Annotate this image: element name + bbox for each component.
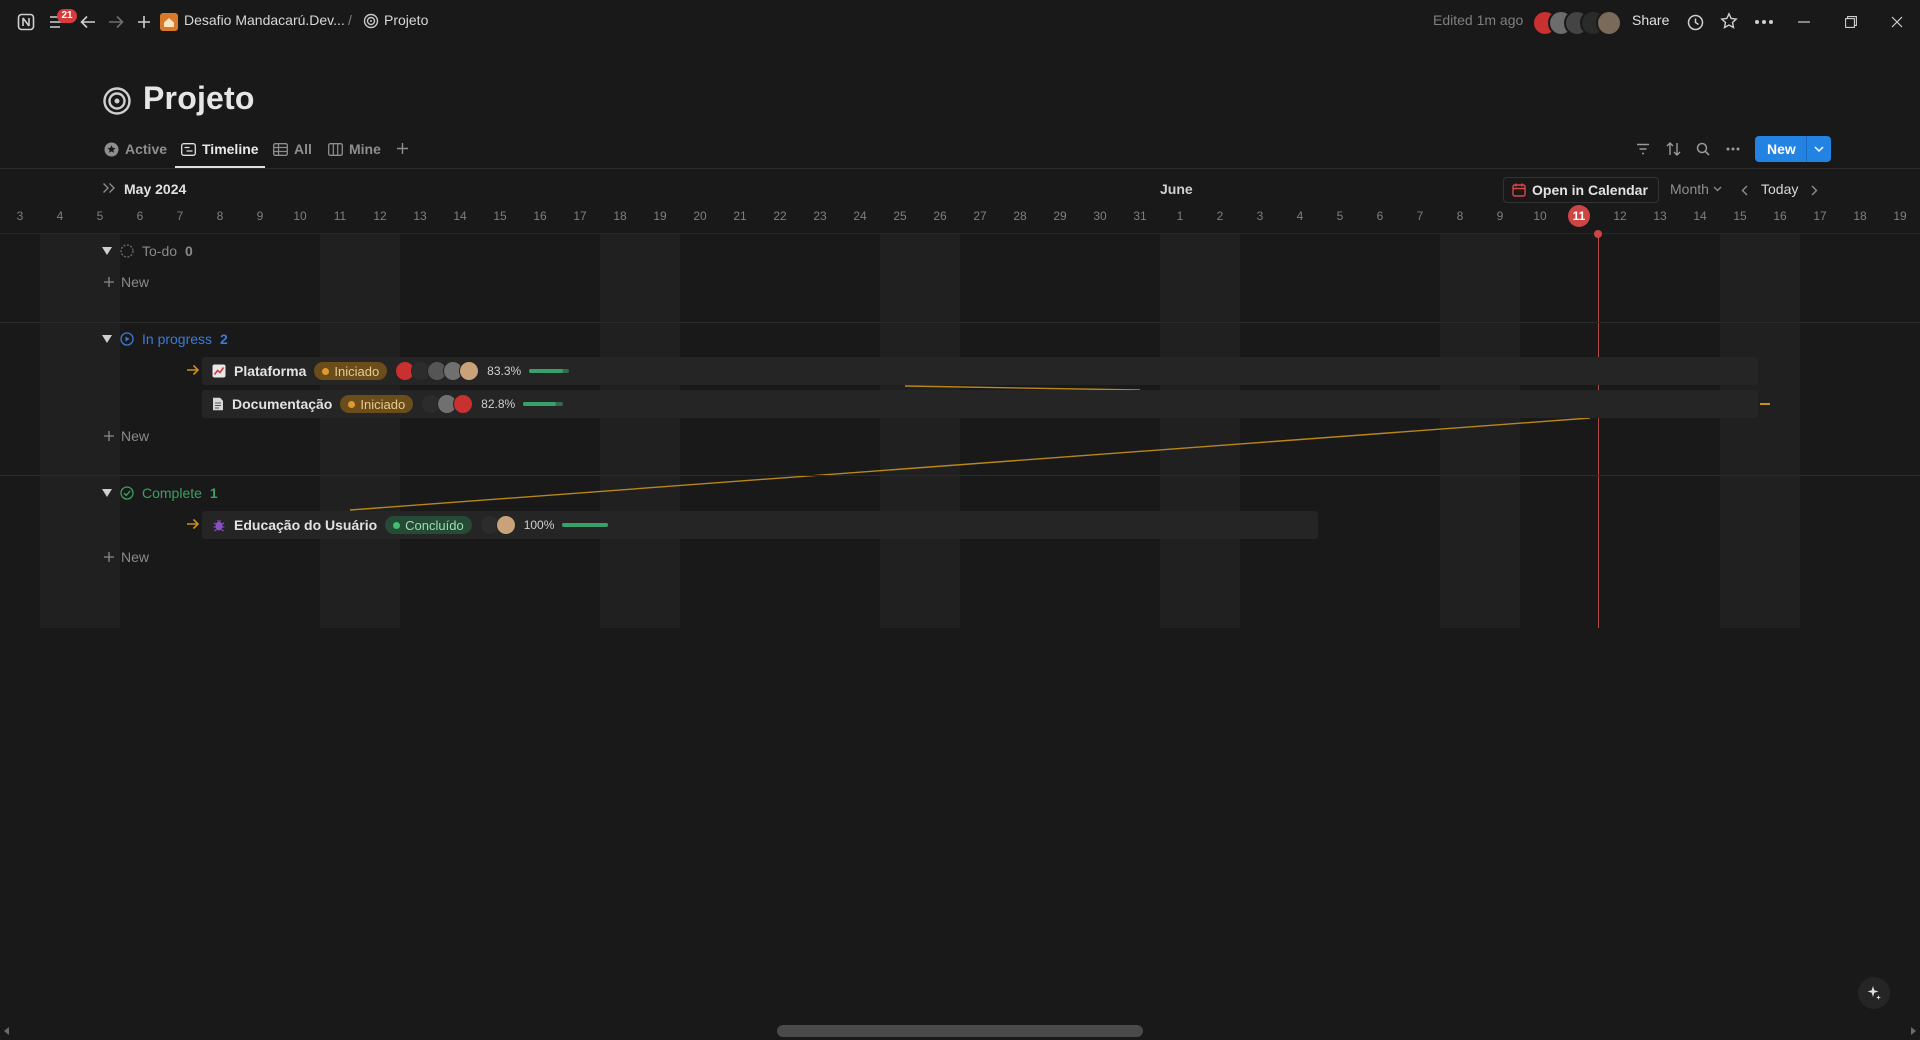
progress-percent: 83.3%	[487, 364, 522, 378]
bug-icon	[212, 518, 226, 532]
progress-percent: 100%	[523, 518, 555, 532]
plus-icon	[103, 276, 115, 288]
collapse-triangle-icon	[102, 247, 112, 255]
group-divider	[0, 322, 1920, 323]
collapse-triangle-icon	[102, 335, 112, 343]
group-todo-header[interactable]: To-do 0	[102, 241, 193, 261]
item-name: Plataforma	[234, 363, 307, 379]
new-item-row[interactable]: New	[103, 549, 149, 565]
item-name: Documentação	[232, 396, 333, 412]
avatar	[459, 361, 480, 381]
group-label: In progress	[142, 331, 213, 347]
group-in-progress-header[interactable]: In progress 2	[102, 329, 228, 349]
status-label: Iniciado	[360, 396, 406, 412]
status-dot	[348, 400, 356, 408]
status-dot	[393, 521, 401, 529]
scroll-right-arrow-icon[interactable]	[1910, 1027, 1916, 1035]
new-item-row[interactable]: New	[103, 274, 149, 290]
avatar	[453, 394, 474, 414]
timeline-item[interactable]: Documentação Iniciado 82.8%	[212, 390, 564, 418]
avatar	[495, 515, 516, 535]
status-badge: Concluído	[385, 516, 472, 534]
status-dot	[322, 367, 330, 375]
group-label: To-do	[142, 243, 178, 259]
status-badge: Iniciado	[340, 395, 414, 413]
progress-fill	[523, 402, 557, 406]
new-item-row[interactable]: New	[103, 428, 149, 444]
group-complete-header[interactable]: Complete 1	[102, 483, 218, 503]
group-label: Complete	[142, 485, 202, 501]
timeline-item[interactable]: Educação do Usuário Concluído 100%	[212, 511, 609, 539]
assignee-avatars	[395, 361, 480, 381]
status-label: Iniciado	[334, 363, 380, 379]
group-count: 0	[185, 243, 193, 259]
chart-icon	[212, 364, 226, 378]
assignee-avatars	[421, 394, 474, 414]
group-divider	[0, 475, 1920, 476]
new-label: New	[121, 549, 150, 565]
document-icon	[212, 397, 224, 411]
complete-check-icon	[120, 486, 134, 500]
new-label: New	[121, 274, 150, 290]
scroll-left-arrow-icon[interactable]	[4, 1027, 10, 1035]
new-label: New	[121, 428, 150, 444]
timeline-item[interactable]: Plataforma Iniciado 83.3%	[212, 357, 570, 385]
status-label: Concluído	[405, 517, 464, 533]
plus-icon	[103, 551, 115, 563]
horizontal-scrollbar-thumb[interactable]	[777, 1025, 1143, 1037]
in-progress-status-icon	[120, 332, 134, 346]
progress-percent: 82.8%	[481, 397, 516, 411]
group-count: 1	[209, 485, 218, 501]
progress-fill	[529, 369, 563, 373]
assignee-avatars	[479, 515, 516, 535]
progress-bar	[562, 523, 609, 527]
progress-fill	[562, 523, 609, 527]
plus-icon	[103, 430, 115, 442]
collapse-triangle-icon	[102, 489, 112, 497]
progress-bar	[529, 369, 570, 373]
sparkle-icon	[1866, 985, 1882, 1001]
status-badge: Iniciado	[314, 362, 388, 380]
dependency-arrow-icon	[186, 518, 200, 530]
dependency-arrow-icon	[186, 364, 200, 376]
group-count: 2	[220, 331, 228, 347]
item-name: Educação do Usuário	[234, 517, 378, 533]
ai-sparkle-button[interactable]	[1858, 977, 1890, 1009]
todo-status-icon	[120, 244, 134, 258]
progress-bar	[523, 402, 564, 406]
